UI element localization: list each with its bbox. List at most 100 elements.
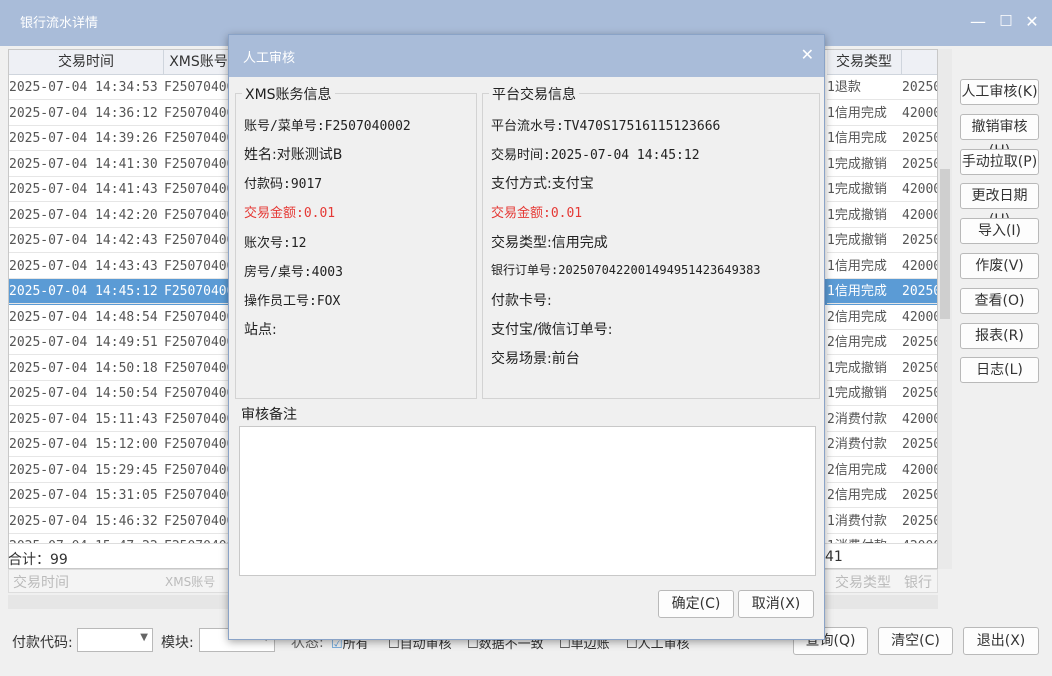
table-cell: 1信用完成	[827, 254, 902, 279]
table-cell: 2025-07-04 14:41:43	[9, 177, 164, 202]
total-count: 合计：99	[8, 552, 68, 568]
xms-serial: 账次号:12	[244, 236, 307, 251]
col-header-bank[interactable]	[902, 50, 937, 75]
vertical-scrollbar[interactable]	[938, 49, 952, 569]
xms-operator: 操作员工号:FOX	[244, 294, 341, 309]
table-cell: 1完成撤销	[827, 152, 902, 177]
platform-time: 交易时间:2025-07-04 14:45:12	[491, 148, 700, 163]
xms-room: 房号/桌号:4003	[244, 265, 343, 280]
table-cell: 2025-07-04 14:34:53	[9, 75, 164, 100]
table-cell: 20250	[902, 279, 937, 304]
side-button-7[interactable]: 报表(R)	[960, 322, 1039, 349]
table-cell: F250704000	[164, 381, 234, 406]
xms-amount: 交易金额:0.01	[244, 206, 336, 221]
table-cell: F250704000	[164, 152, 234, 177]
table-cell: F250704000	[164, 432, 234, 457]
table-cell: F250704000	[164, 483, 234, 508]
table-cell: 20250	[902, 152, 937, 177]
table-cell: 1消费付款	[827, 509, 902, 534]
table-cell: 2025-07-04 14:43:43	[9, 254, 164, 279]
table-cell: 1完成撤销	[827, 177, 902, 202]
table-cell: 2信用完成	[827, 305, 902, 330]
table-cell: F250704000	[164, 356, 234, 381]
table-cell: 2025-07-04 15:46:32	[9, 509, 164, 534]
side-button-0[interactable]: 人工审核(K)	[960, 79, 1039, 105]
table-cell: 20250	[902, 432, 937, 457]
dialog-close-icon[interactable]: ✕	[801, 45, 814, 64]
xms-name: 姓名:对账测试B	[244, 147, 343, 163]
table-cell: F250704000	[164, 509, 234, 534]
table-cell: 1完成撤销	[827, 228, 902, 253]
maximize-icon[interactable]: □	[996, 12, 1016, 28]
side-button-1[interactable]: 撤销审核(H)	[960, 113, 1039, 159]
dialog-titlebar: 人工审核 ✕	[229, 35, 824, 77]
table-cell: F250704000	[164, 407, 234, 432]
side-button-8[interactable]: 日志(L)	[960, 357, 1039, 384]
table-cell: F250704000	[164, 75, 234, 100]
confirm-button[interactable]: 确定(C)	[658, 590, 734, 618]
xms-pay-code: 付款码:9017	[244, 177, 323, 192]
table-cell: 42000	[902, 305, 937, 330]
table-cell: 2信用完成	[827, 330, 902, 355]
col-header-type[interactable]: 交易类型	[827, 50, 902, 75]
window-title: 银行流水详情	[20, 16, 99, 31]
audit-notes-label: 审核备注	[241, 407, 297, 423]
table-cell: 2025-07-04 14:42:20	[9, 203, 164, 228]
col-header-xms-account[interactable]: XMS账号	[164, 50, 234, 75]
exit-button[interactable]: 退出(X)	[963, 627, 1039, 655]
xms-group-title: XMS账务信息	[242, 84, 335, 104]
table-cell: 1信用完成	[827, 279, 902, 304]
table-cell: 42000	[902, 101, 937, 126]
table-cell: 20250	[902, 330, 937, 355]
platform-group-title: 平台交易信息	[489, 84, 579, 104]
side-button-2[interactable]: 手动拉取(P)	[960, 148, 1039, 175]
cancel-button[interactable]: 取消(X)	[738, 590, 814, 618]
table-cell: 2消费付款	[827, 407, 902, 432]
table-cell: 2025-07-04 14:48:54	[9, 305, 164, 330]
table-cell: F250704000	[164, 203, 234, 228]
platform-amount: 交易金额:0.01	[491, 206, 583, 221]
platform-flow-no: 平台流水号:TV470S17516115123666	[491, 119, 721, 134]
table-cell: 2025-07-04 15:11:43	[9, 407, 164, 432]
scroll-thumb[interactable]	[940, 169, 950, 319]
table-cell: 1完成撤销	[827, 356, 902, 381]
table-cell: 20250	[902, 75, 937, 100]
table-cell: 2025-07-04 14:39:26	[9, 126, 164, 151]
table-cell: F250704000	[164, 458, 234, 483]
total-right: 41	[825, 549, 843, 565]
table-cell: F250704000	[164, 101, 234, 126]
platform-wx-order: 支付宝/微信订单号:	[491, 322, 613, 338]
dialog-title: 人工审核	[243, 51, 296, 66]
manual-audit-dialog: 人工审核 ✕ XMS账务信息 平台交易信息 账号/菜单号:F2507040002…	[228, 34, 825, 640]
table-cell: F250704000	[164, 254, 234, 279]
side-button-6[interactable]: 查看(O)	[960, 287, 1039, 314]
side-button-4[interactable]: 导入(I)	[960, 218, 1039, 245]
table-cell: 42000	[902, 458, 937, 483]
platform-card-no: 付款卡号:	[491, 293, 552, 309]
table-cell: 2消费付款	[827, 432, 902, 457]
table-cell: 42000	[902, 203, 937, 228]
platform-type: 交易类型:信用完成	[491, 235, 608, 251]
table-cell: F250704000	[164, 126, 234, 151]
side-button-5[interactable]: 作废(V)	[960, 253, 1039, 279]
table-cell: 20250	[902, 509, 937, 534]
table-cell: 2025-07-04 15:12:00	[9, 432, 164, 457]
side-button-3[interactable]: 更改日期(U)	[960, 183, 1039, 228]
table-cell: 20250	[902, 381, 937, 406]
table-cell: 20250	[902, 356, 937, 381]
platform-method: 支付方式:支付宝	[491, 176, 594, 192]
footer-col-type: 交易类型	[835, 575, 891, 591]
table-cell: 2025-07-04 14:36:12	[9, 101, 164, 126]
table-cell: 1完成撤销	[827, 203, 902, 228]
table-cell: F250704000	[164, 330, 234, 355]
close-icon[interactable]: ✕	[1022, 12, 1042, 31]
audit-notes-input[interactable]	[239, 426, 816, 576]
table-cell: 2025-07-04 14:50:18	[9, 356, 164, 381]
table-cell: 1退款	[827, 75, 902, 100]
clear-button[interactable]: 清空(C)	[878, 627, 953, 655]
col-header-time[interactable]: 交易时间	[9, 50, 164, 75]
pay-code-select[interactable]: ▼	[77, 628, 153, 652]
table-cell: 2025-07-04 14:50:54	[9, 381, 164, 406]
table-cell: F250704000	[164, 177, 234, 202]
minimize-icon[interactable]: —	[968, 12, 988, 31]
